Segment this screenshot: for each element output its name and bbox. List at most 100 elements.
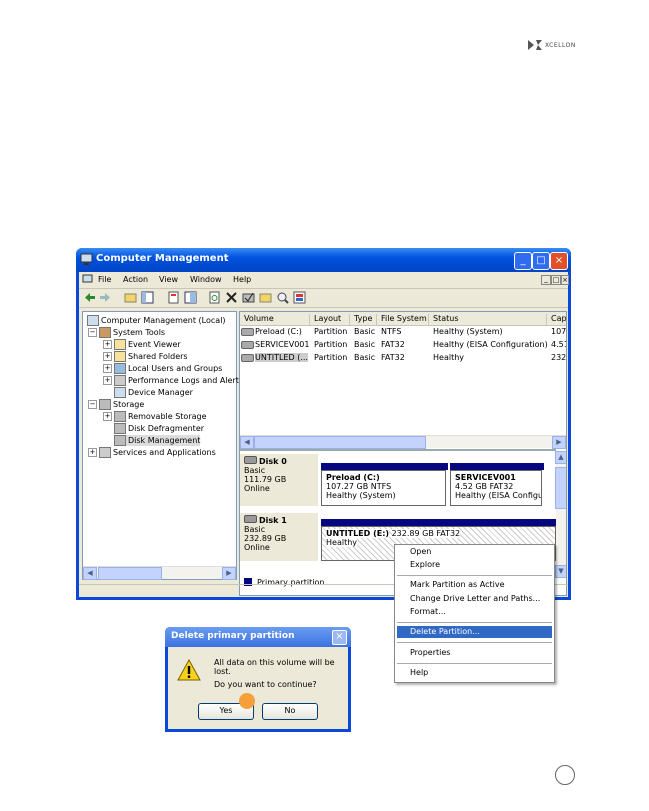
inner-minimize-button[interactable]: _ — [541, 275, 551, 285]
users-icon — [114, 363, 126, 374]
tree-item-shared-folders[interactable]: Shared Folders — [114, 351, 188, 362]
partition-service[interactable]: SERVICEV001 4.52 GB FAT32 Healthy (EISA … — [450, 463, 544, 506]
col-file-system[interactable]: File System — [377, 314, 429, 325]
tree-item-disk-defragmenter[interactable]: Disk Defragmenter — [114, 423, 204, 434]
tree-item-device-manager[interactable]: Device Manager — [114, 387, 193, 398]
expand-perf-logs[interactable]: + — [103, 376, 112, 385]
collapse-system-tools[interactable]: − — [88, 328, 97, 337]
help-icon[interactable] — [184, 291, 197, 304]
tree-horizontal-scrollbar[interactable]: ◀ ▶ — [83, 566, 236, 580]
inner-close-button[interactable]: × — [561, 275, 569, 285]
dialog-title-bar[interactable]: Delete primary partition × — [165, 627, 351, 647]
menu-bar: File Action View Window Help _ □ × — [79, 272, 569, 289]
col-type[interactable]: Type — [350, 314, 377, 325]
refresh-icon[interactable] — [208, 291, 221, 304]
defragmenter-icon — [114, 423, 126, 434]
tree-item-system-tools[interactable]: System Tools — [99, 327, 165, 338]
menu-item-open[interactable]: Open — [397, 546, 552, 558]
tree-item-disk-management[interactable]: Disk Management — [114, 435, 201, 446]
forward-arrow-icon[interactable] — [99, 291, 112, 304]
disk-0-label[interactable]: Disk 0 Basic 111.79 GB Online — [240, 454, 318, 506]
table-row[interactable]: SERVICEV001 Partition Basic FAT32 Health… — [240, 340, 566, 352]
table-row[interactable]: Preload (C:) Partition Basic NTFS Health… — [240, 327, 566, 339]
check-disk-icon[interactable] — [242, 291, 255, 304]
xcellon-logo: XCELLON — [528, 36, 598, 54]
disk-properties-icon[interactable] — [293, 291, 306, 304]
menu-item-explore[interactable]: Explore — [397, 559, 552, 571]
shared-folder-icon — [114, 351, 126, 362]
volume-list-header: Volume Layout Type File System Status Ca… — [240, 312, 566, 326]
menu-file[interactable]: File — [98, 275, 111, 284]
inner-restore-button[interactable]: □ — [551, 275, 561, 285]
properties-icon[interactable] — [167, 291, 180, 304]
volume-list-horizontal-scrollbar[interactable]: ◀ ▶ — [240, 435, 566, 449]
page-number-circle — [555, 765, 575, 785]
find-icon[interactable] — [276, 291, 289, 304]
show-hide-tree-icon[interactable] — [141, 291, 154, 304]
warning-icon — [177, 659, 201, 681]
menu-item-help[interactable]: Help — [397, 667, 552, 679]
tree-item-local-users[interactable]: Local Users and Groups — [114, 363, 222, 374]
scroll-up-button[interactable]: ▲ — [555, 451, 566, 464]
col-capacity[interactable]: Capa — [547, 314, 566, 325]
scroll-thumb[interactable] — [555, 467, 566, 509]
performance-icon — [114, 375, 126, 386]
menu-window[interactable]: Window — [190, 275, 222, 284]
maximize-button[interactable]: □ — [532, 252, 550, 270]
disk-icon — [244, 515, 257, 523]
scroll-right-button[interactable]: ▶ — [552, 436, 566, 449]
drive-icon — [241, 341, 254, 349]
table-row[interactable]: UNTITLED (... Partition Basic FAT32 Heal… — [240, 353, 566, 365]
dialog-close-button[interactable]: × — [332, 630, 347, 645]
tree-item-performance-logs[interactable]: Performance Logs and Alerts — [114, 375, 243, 386]
scroll-down-button[interactable]: ▼ — [555, 565, 566, 578]
app-menu-icon[interactable] — [82, 274, 93, 285]
menu-item-properties[interactable]: Properties — [397, 647, 552, 659]
scroll-right-button[interactable]: ▶ — [222, 567, 236, 580]
col-layout[interactable]: Layout — [310, 314, 350, 325]
event-viewer-icon — [114, 339, 126, 350]
menu-item-delete-partition[interactable]: Delete Partition... — [397, 626, 552, 638]
tree-item-removable-storage[interactable]: Removable Storage — [114, 411, 207, 422]
col-volume[interactable]: Volume — [240, 314, 310, 325]
title-bar[interactable]: Computer Management _ □ × — [76, 248, 571, 272]
no-button[interactable]: No — [262, 703, 318, 720]
tree-item-storage[interactable]: Storage — [99, 399, 144, 410]
tree-item-services-apps[interactable]: Services and Applications — [99, 447, 216, 458]
expand-event-viewer[interactable]: + — [103, 340, 112, 349]
expand-removable[interactable]: + — [103, 412, 112, 421]
menu-item-mark-active[interactable]: Mark Partition as Active — [397, 579, 552, 591]
delete-x-icon[interactable] — [225, 291, 238, 304]
expand-services[interactable]: + — [88, 448, 97, 457]
drive-icon — [241, 354, 254, 362]
expand-local-users[interactable]: + — [103, 364, 112, 373]
menu-help[interactable]: Help — [233, 275, 251, 284]
logo-mark-icon — [528, 40, 542, 50]
open-folder-icon[interactable] — [259, 291, 272, 304]
scroll-thumb[interactable] — [254, 436, 426, 449]
minimize-button[interactable]: _ — [514, 252, 532, 270]
menu-item-change-drive-letter[interactable]: Change Drive Letter and Paths... — [397, 593, 552, 605]
partition-c[interactable]: Preload (C:) 107.27 GB NTFS Healthy (Sys… — [321, 463, 448, 506]
tree-item-root[interactable]: Computer Management (Local) — [87, 315, 226, 326]
scroll-thumb[interactable] — [98, 567, 162, 580]
collapse-storage[interactable]: − — [88, 400, 97, 409]
tree-item-event-viewer[interactable]: Event Viewer — [114, 339, 181, 350]
menu-action[interactable]: Action — [123, 275, 148, 284]
disk-vertical-scrollbar[interactable]: ▲ ▼ — [555, 451, 566, 578]
scroll-left-button[interactable]: ◀ — [83, 567, 97, 580]
dialog-message-line1: All data on this volume will be lost. — [214, 658, 335, 676]
scroll-left-button[interactable]: ◀ — [240, 436, 254, 449]
close-button[interactable]: × — [550, 252, 568, 270]
menu-view[interactable]: View — [159, 275, 178, 284]
computer-icon — [87, 315, 99, 326]
console-tree: Computer Management (Local) − System Too… — [82, 311, 243, 580]
menu-item-format[interactable]: Format... — [397, 606, 552, 618]
disk-1-label[interactable]: Disk 1 Basic 232.89 GB Online — [240, 513, 318, 561]
disk-icon — [244, 456, 257, 464]
expand-shared-folders[interactable]: + — [103, 352, 112, 361]
dialog-message-line2: Do you want to continue? — [214, 680, 317, 689]
up-folder-icon[interactable] — [124, 291, 137, 304]
back-arrow-icon[interactable] — [83, 291, 96, 304]
col-status[interactable]: Status — [429, 314, 547, 325]
